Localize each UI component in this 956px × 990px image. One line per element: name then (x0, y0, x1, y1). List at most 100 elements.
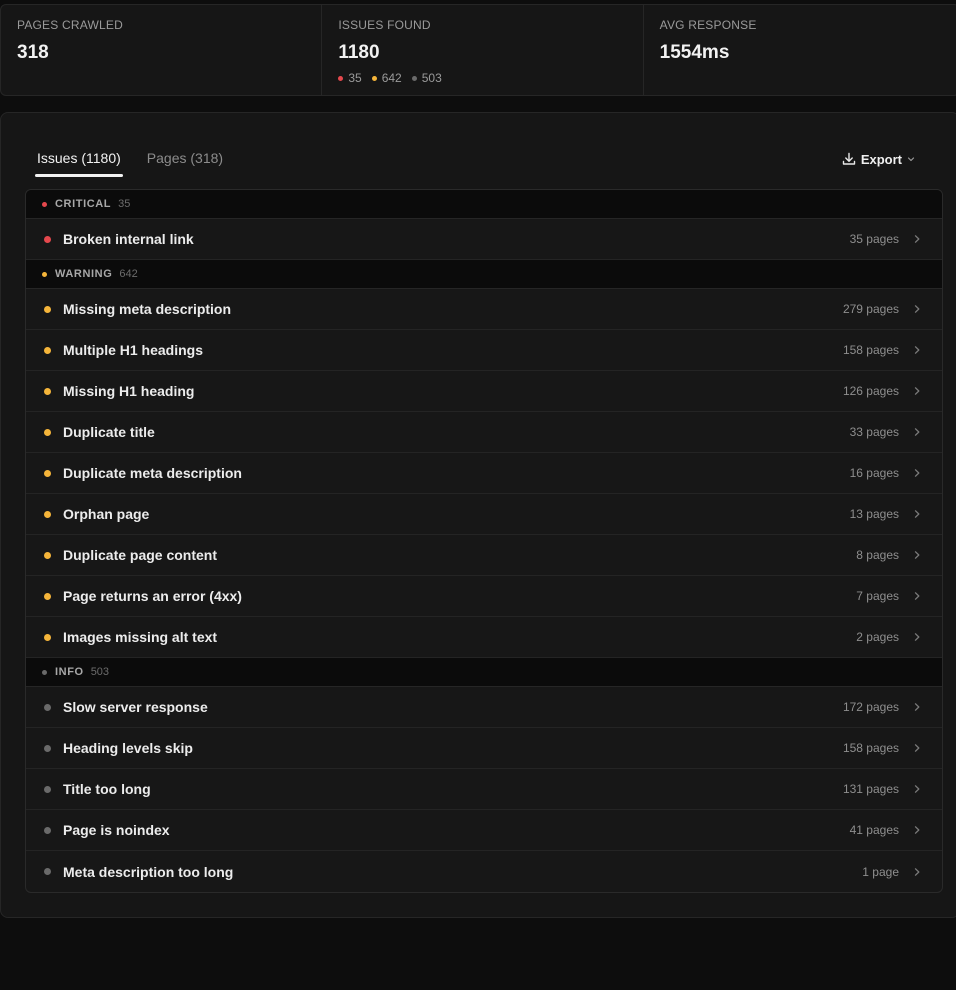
issue-row[interactable]: Duplicate page content 8 pages (26, 535, 942, 576)
issue-title: Page returns an error (4xx) (63, 588, 242, 604)
issue-title: Slow server response (63, 699, 208, 715)
issue-row[interactable]: Duplicate meta description 16 pages (26, 453, 942, 494)
severity-dot-icon (44, 428, 51, 436)
issue-page-count: 7 pages (856, 589, 899, 603)
chevron-right-icon (914, 744, 920, 752)
issue-title: Images missing alt text (63, 629, 218, 645)
issue-title: Duplicate title (63, 424, 155, 440)
export-label: Export (860, 151, 902, 167)
chevron-right-icon (914, 633, 920, 641)
severity-dot-icon (42, 271, 47, 277)
chevron-right-icon (914, 592, 920, 600)
issue-page-count: 158 pages (842, 343, 899, 357)
issue-page-count: 33 pages (849, 425, 899, 439)
chevron-right-icon (914, 305, 920, 313)
group-count: 503 (90, 666, 110, 678)
group-header-warning: WARNING 642 (26, 260, 942, 289)
chevron-right-icon (914, 510, 920, 518)
issue-title: Missing H1 heading (63, 383, 195, 399)
severity-dot-icon (44, 785, 51, 793)
issue-title: Duplicate page content (63, 547, 218, 563)
issue-row[interactable]: Missing H1 heading 126 pages (26, 371, 942, 412)
stat-value: 1554ms (659, 42, 730, 63)
issue-page-count: 158 pages (842, 741, 899, 755)
severity-dot-icon (44, 868, 51, 875)
group-name: INFO (55, 666, 84, 678)
issue-row[interactable]: Meta description too long 1 page (26, 851, 942, 892)
group-name: WARNING (55, 268, 113, 280)
severity-dot-icon (42, 201, 47, 207)
export-button[interactable]: Export (841, 151, 916, 167)
issue-page-count: 8 pages (856, 548, 899, 562)
issues-panel: Issues (1180) Pages (318) Export CRITICA… (0, 112, 956, 918)
issue-row[interactable]: Duplicate title 33 pages (26, 412, 942, 453)
critical-count-value: 35 (348, 71, 362, 85)
issue-page-count: 13 pages (849, 507, 899, 521)
chevron-right-icon (914, 387, 920, 395)
stats-bar: PAGES CRAWLED 318 ISSUES FOUND 1180 35 6… (0, 4, 956, 96)
group-header-info: INFO 503 (26, 658, 942, 687)
issue-row[interactable]: Missing meta description 279 pages (26, 289, 942, 330)
group-count: 35 (118, 198, 131, 210)
tab-pages[interactable]: Pages (318) (145, 150, 225, 177)
tab-bar: Issues (1180) Pages (318) (35, 150, 225, 177)
issue-page-count: 1 page (862, 864, 899, 879)
issue-page-count: 16 pages (849, 466, 899, 480)
issue-row[interactable]: Images missing alt text 2 pages (26, 617, 942, 658)
info-dot-icon (411, 75, 417, 81)
warning-count: 642 (371, 71, 402, 85)
issue-title: Title too long (63, 781, 151, 797)
issue-title: Missing meta description (63, 301, 232, 317)
severity-dot-icon (44, 592, 51, 600)
stat-avg-response: AVG RESPONSE 1554ms (644, 5, 956, 95)
chevron-right-icon (914, 346, 920, 354)
issue-row[interactable]: Page returns an error (4xx) 7 pages (26, 576, 942, 617)
issue-row[interactable]: Orphan page 13 pages (26, 494, 942, 535)
issue-title: Page is noindex (63, 822, 170, 838)
chevron-right-icon (914, 235, 920, 243)
issue-row[interactable]: Broken internal link 35 pages (26, 219, 942, 260)
issue-row[interactable]: Title too long 131 pages (26, 769, 942, 810)
issue-page-count: 41 pages (849, 823, 899, 837)
chevron-right-icon (914, 428, 920, 436)
download-icon (842, 152, 856, 165)
issue-title: Multiple H1 headings (63, 342, 204, 358)
severity-dot-icon (44, 551, 51, 559)
stat-label: PAGES CRAWLED (17, 18, 123, 32)
group-count: 642 (119, 268, 138, 280)
chevron-right-icon (914, 703, 920, 711)
issue-title: Meta description too long (63, 863, 234, 880)
severity-dot-icon (44, 510, 51, 518)
severity-dot-icon (44, 305, 51, 313)
stat-pages-crawled: PAGES CRAWLED 318 (1, 5, 323, 95)
severity-dot-icon (44, 469, 51, 477)
critical-count: 35 (338, 71, 362, 85)
issue-row[interactable]: Page is noindex 41 pages (26, 810, 942, 851)
issue-title: Orphan page (63, 506, 150, 522)
chevron-right-icon (914, 867, 920, 876)
warning-count-value: 642 (381, 71, 402, 85)
issue-title: Broken internal link (63, 231, 194, 247)
issue-row[interactable]: Multiple H1 headings 158 pages (26, 330, 942, 371)
issue-page-count: 172 pages (842, 700, 899, 714)
severity-dot-icon (44, 633, 51, 641)
severity-dot-icon (42, 669, 47, 675)
warning-dot-icon (371, 75, 377, 81)
severity-dot-icon (44, 387, 51, 395)
critical-dot-icon (338, 75, 344, 81)
issue-page-count: 2 pages (856, 630, 899, 644)
severity-dot-icon (44, 703, 51, 711)
chevron-right-icon (914, 826, 920, 834)
issue-row[interactable]: Heading levels skip 158 pages (26, 728, 942, 769)
chevron-down-icon (907, 157, 915, 162)
issue-page-count: 35 pages (849, 232, 899, 246)
issue-page-count: 279 pages (842, 302, 899, 316)
issue-page-count: 131 pages (842, 782, 899, 796)
chevron-right-icon (914, 469, 920, 477)
issue-row[interactable]: Slow server response 172 pages (26, 687, 942, 728)
severity-dot-icon (44, 826, 51, 834)
info-count: 503 (411, 71, 442, 85)
tab-issues[interactable]: Issues (1180) (35, 150, 123, 177)
stat-value: 1180 (338, 42, 380, 63)
issue-title: Duplicate meta description (63, 465, 242, 481)
